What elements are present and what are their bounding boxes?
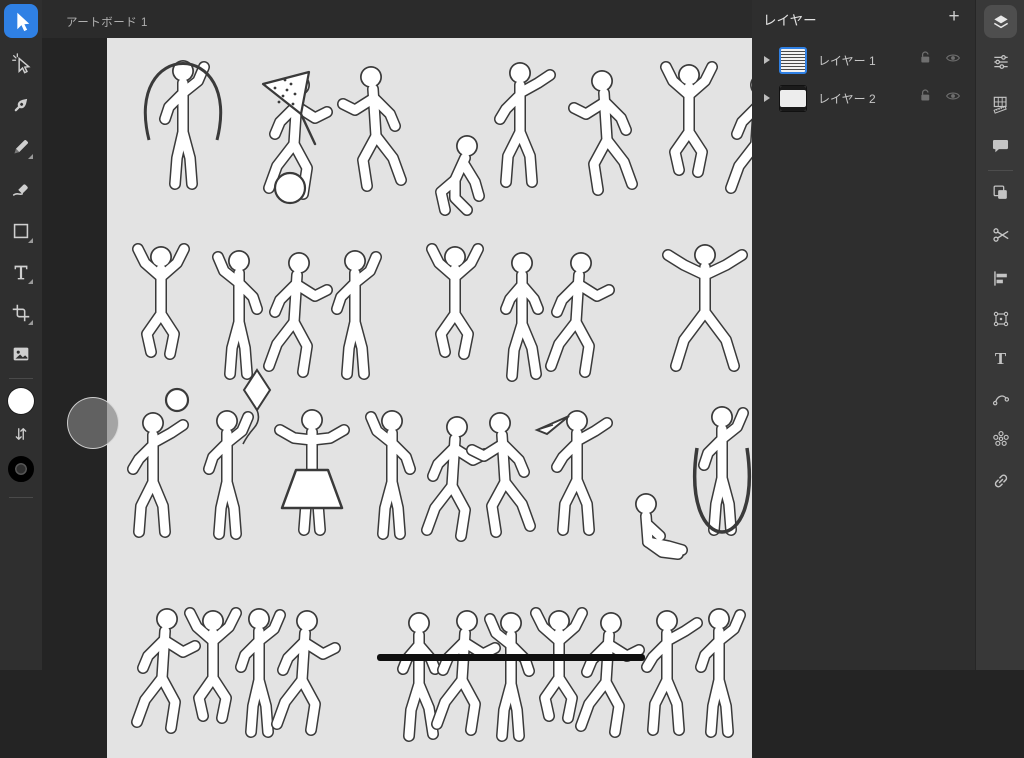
curve-path-icon: [991, 389, 1011, 409]
grid-ruler-icon: [991, 94, 1011, 114]
comment-bubble-icon: [991, 136, 1010, 155]
place-image-tool-button[interactable]: [4, 337, 38, 371]
panel-switch-strip: T: [975, 0, 1024, 670]
unlock-icon[interactable]: [918, 50, 933, 70]
direct-selection-icon: [10, 52, 32, 74]
artwork-canvas[interactable]: [107, 38, 752, 758]
crop-artboard-tool-button[interactable]: [4, 296, 38, 330]
layer-1-thumbnail[interactable]: [779, 47, 807, 74]
align-button[interactable]: [984, 262, 1017, 295]
eraser-icon: [10, 178, 32, 200]
strip-divider: [988, 170, 1013, 171]
disclosure-triangle-icon[interactable]: [764, 94, 770, 102]
comment-button[interactable]: [984, 129, 1017, 162]
stroke-color-swatch[interactable]: [8, 456, 34, 482]
scissors-icon: [991, 225, 1011, 245]
submenu-indicator: [28, 320, 33, 325]
selection-arrow-icon: [10, 10, 32, 32]
tool-bar: [0, 0, 42, 670]
layers-panel-header: レイヤー +: [752, 0, 975, 34]
disclosure-triangle-icon[interactable]: [764, 56, 770, 64]
eraser-tool-button[interactable]: [4, 172, 38, 206]
sliders-icon: [991, 52, 1011, 72]
layer-row-2[interactable]: レイヤー 2: [752, 80, 975, 116]
swap-fill-stroke-button[interactable]: [9, 424, 33, 444]
direct-selection-tool-button[interactable]: [4, 46, 38, 80]
pen-icon: [10, 94, 32, 116]
artboard[interactable]: [107, 38, 752, 758]
cut-path-button[interactable]: [984, 218, 1017, 251]
repeat-button[interactable]: [984, 422, 1017, 455]
link-icon: [991, 471, 1011, 491]
toolbar-divider: [9, 497, 33, 498]
add-layer-button[interactable]: +: [942, 5, 966, 29]
type-tool-button[interactable]: [4, 255, 38, 289]
type-settings-button[interactable]: T: [984, 342, 1017, 375]
layer-name[interactable]: レイヤー 2: [818, 90, 918, 107]
path-edit-button[interactable]: [984, 382, 1017, 415]
properties-panel-button[interactable]: [984, 45, 1017, 78]
fill-color-swatch[interactable]: [8, 388, 34, 414]
layers-panel: レイヤー + レイヤー 1 レイヤー 2: [752, 0, 975, 670]
pen-tool-button[interactable]: [4, 88, 38, 122]
artboard-label: アートボード 1: [66, 14, 148, 30]
combine-shapes-button[interactable]: [984, 176, 1017, 209]
submenu-indicator: [28, 238, 33, 243]
grid-ruler-button[interactable]: [984, 87, 1017, 120]
serif-T-icon: T: [995, 349, 1006, 369]
align-left-icon: [991, 269, 1010, 288]
visibility-eye-icon[interactable]: [945, 50, 961, 71]
selection-tool-button[interactable]: [4, 4, 38, 38]
layer-row-1[interactable]: レイヤー 1: [752, 42, 975, 78]
touch-shortcut-control[interactable]: [67, 397, 119, 449]
toolbar-divider: [9, 378, 33, 379]
top-bar: [42, 0, 752, 38]
transform-icon: [991, 309, 1011, 329]
pencil-tool-button[interactable]: [4, 130, 38, 164]
image-icon: [10, 343, 32, 365]
unlock-icon[interactable]: [918, 88, 933, 108]
layers-panel-button[interactable]: [984, 5, 1017, 38]
swap-arrows-icon: [12, 425, 30, 443]
layer-2-thumbnail[interactable]: [779, 85, 807, 112]
visibility-eye-icon[interactable]: [945, 88, 961, 109]
rectangle-tool-button[interactable]: [4, 214, 38, 248]
submenu-indicator: [28, 279, 33, 284]
link-button[interactable]: [984, 464, 1017, 497]
layers-icon: [991, 12, 1011, 32]
combine-shapes-icon: [991, 183, 1010, 202]
layers-panel-title: レイヤー: [763, 9, 817, 29]
layer-name[interactable]: レイヤー 1: [818, 52, 918, 69]
repeat-flower-icon: [991, 429, 1011, 449]
submenu-indicator: [28, 154, 33, 159]
transform-button[interactable]: [984, 302, 1017, 335]
